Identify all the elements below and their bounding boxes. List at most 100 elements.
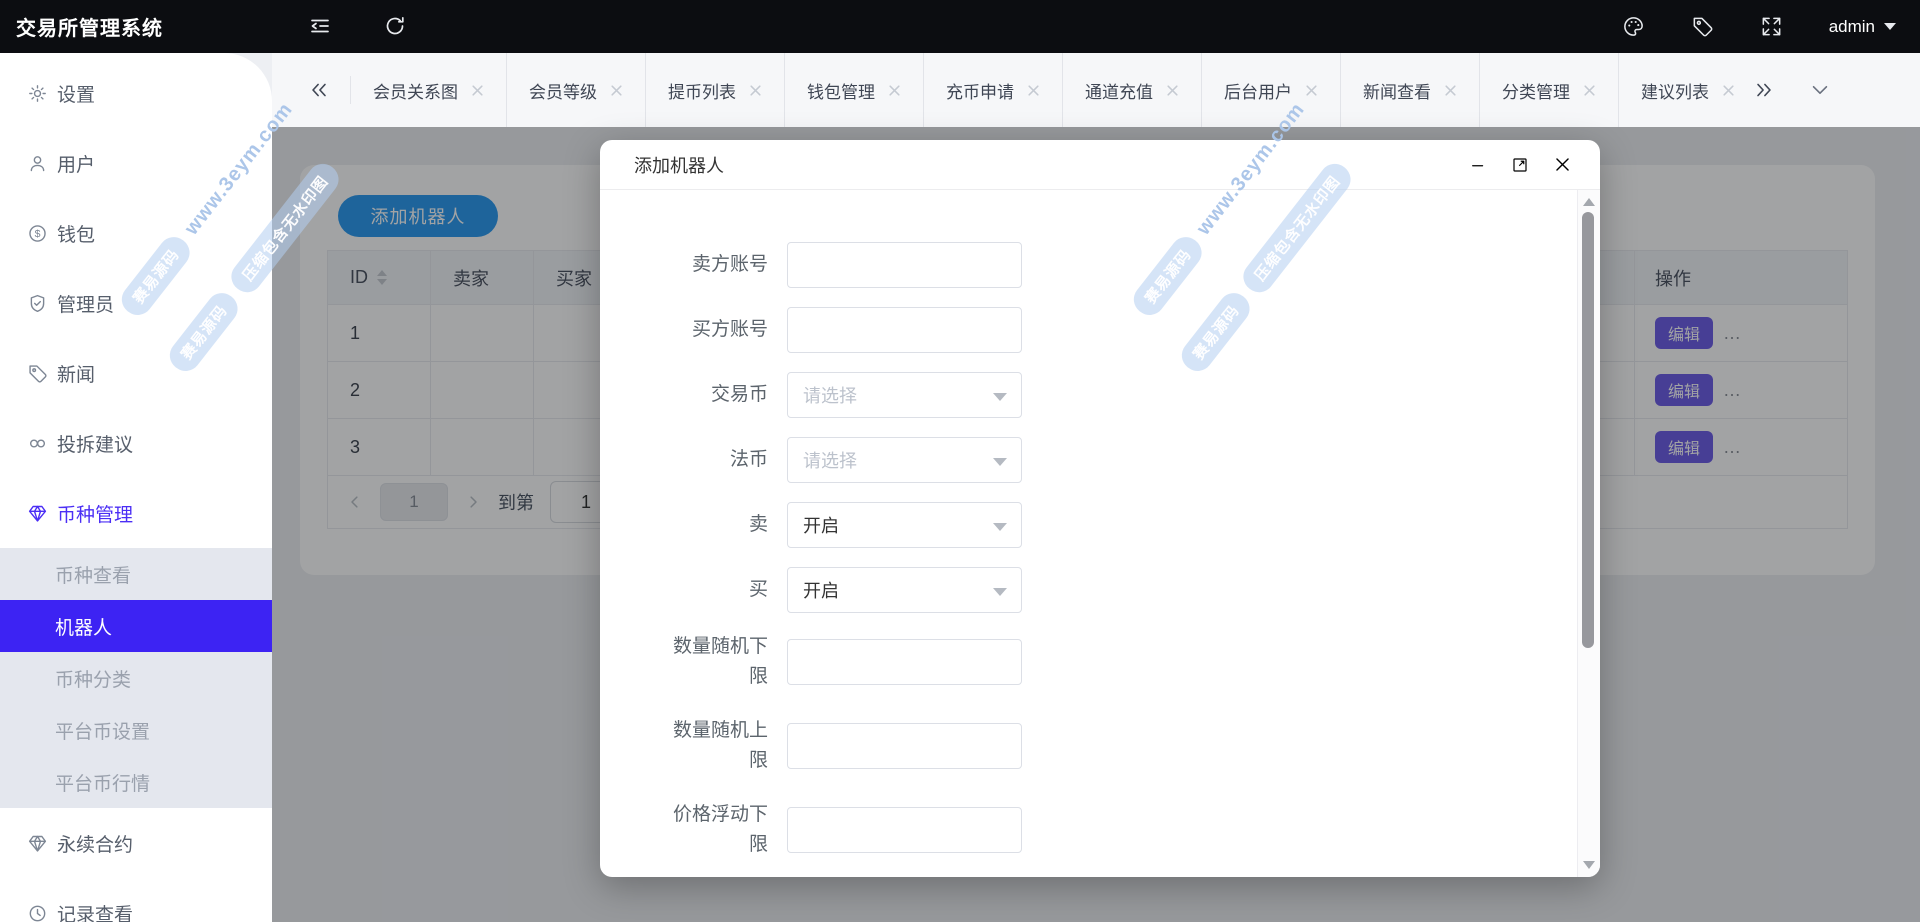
user-menu[interactable]: admin xyxy=(1829,17,1896,37)
header-actions: admin xyxy=(1622,0,1896,53)
tab-member-level[interactable]: 会员等级 xyxy=(507,53,646,127)
sidebar-item-label: 钱包 xyxy=(57,224,96,246)
form-row: 交易币 请选择 xyxy=(600,372,1578,418)
form-row: 数量随机下限 xyxy=(600,632,1578,692)
sidebar-item-records[interactable]: 记录查看 xyxy=(0,878,272,922)
tab-deposit-apply[interactable]: 充币申请 xyxy=(924,53,1063,127)
quantity-lower-limit-input[interactable] xyxy=(788,640,1021,684)
field-label: 数量随机上限 xyxy=(672,720,768,771)
price-float-lower-limit-input[interactable] xyxy=(788,808,1021,852)
close-icon[interactable] xyxy=(610,84,623,97)
sidebar-item-label: 用户 xyxy=(57,154,96,176)
close-icon[interactable] xyxy=(1722,84,1735,97)
sidebar-item-admins[interactable]: 管理员 xyxy=(0,268,272,338)
sidebar-item-users[interactable]: 用户 xyxy=(0,128,272,198)
tab-category-management[interactable]: 分类管理 xyxy=(1480,53,1619,127)
sidebar-item-wallet[interactable]: $ 钱包 xyxy=(0,198,272,268)
submenu-item-platform-coin-market[interactable]: 平台币行情 xyxy=(0,756,272,808)
submenu-item-coin-view[interactable]: 币种查看 xyxy=(0,548,272,600)
trade-coin-select[interactable]: 请选择 xyxy=(787,372,1022,418)
sidebar-item-label: 记录查看 xyxy=(57,904,134,922)
theme-palette-icon[interactable] xyxy=(1622,15,1645,38)
dialog-header: 添加机器人 xyxy=(600,140,1600,190)
tab-channel-recharge[interactable]: 通道充值 xyxy=(1063,53,1202,127)
currency-submenu: 币种查看 机器人 币种分类 平台币设置 平台币行情 xyxy=(0,548,272,808)
minimize-icon[interactable] xyxy=(1469,156,1487,174)
app-title: 交易所管理系统 xyxy=(16,18,163,40)
scroll-up-icon[interactable] xyxy=(1583,198,1595,206)
form-row: 卖方账号 xyxy=(600,242,1578,288)
tabs-dropdown-icon[interactable] xyxy=(1809,79,1831,101)
form-row: 法币 请选择 xyxy=(600,437,1578,483)
sidebar-collapse-icon[interactable] xyxy=(308,14,332,38)
wallet-icon: $ xyxy=(27,223,48,244)
sidebar-item-label: 设置 xyxy=(57,84,96,106)
submenu-item-coin-category[interactable]: 币种分类 xyxy=(0,652,272,704)
refresh-icon[interactable] xyxy=(383,14,407,38)
field-label: 买方账号 xyxy=(691,319,768,340)
seller-account-input[interactable] xyxy=(788,243,1021,287)
scroll-down-icon[interactable] xyxy=(1583,861,1595,869)
field-label: 数量随机下限 xyxy=(672,636,768,687)
add-robot-dialog: 添加机器人 卖方账号 买方账号 交易币 请选择 法币 请选择 卖 开启 买 开启… xyxy=(600,140,1600,877)
dialog-scrollbar[interactable] xyxy=(1577,190,1600,877)
history-icon xyxy=(27,903,48,922)
username: admin xyxy=(1828,16,1875,36)
close-icon[interactable] xyxy=(471,84,484,97)
sidebar-item-label: 管理员 xyxy=(57,294,115,316)
app-header: 交易所管理系统 admin xyxy=(0,0,1920,53)
tab-backend-users[interactable]: 后台用户 xyxy=(1202,53,1341,127)
chevron-down-icon xyxy=(1884,23,1896,30)
field-label: 价格浮动下限 xyxy=(672,804,768,855)
form-row: 买 开启 xyxy=(600,567,1578,613)
tag-icon xyxy=(27,363,48,384)
tab-wallet-management[interactable]: 钱包管理 xyxy=(785,53,924,127)
sidebar-item-label: 永续合约 xyxy=(57,834,134,856)
close-icon[interactable] xyxy=(888,84,901,97)
chevron-down-icon xyxy=(993,393,1007,401)
close-icon[interactable] xyxy=(1553,155,1572,174)
tab-suggestion-list[interactable]: 建议列表 xyxy=(1619,53,1751,127)
close-icon[interactable] xyxy=(749,84,762,97)
tabs-scroll-left-icon[interactable] xyxy=(308,79,330,101)
field-label: 卖方账号 xyxy=(691,254,768,275)
sidebar-item-perpetual-contract[interactable]: 永续合约 xyxy=(0,808,272,878)
buyer-account-input[interactable] xyxy=(788,308,1021,352)
sidebar-item-settings[interactable]: 设置 xyxy=(0,58,272,128)
link-icon xyxy=(27,433,48,454)
close-icon[interactable] xyxy=(1444,84,1457,97)
scrollbar-thumb[interactable] xyxy=(1582,212,1594,648)
close-icon[interactable] xyxy=(1166,84,1179,97)
submenu-item-robot[interactable]: 机器人 xyxy=(0,600,272,652)
dialog-window-controls xyxy=(1469,155,1572,174)
sidebar-item-news[interactable]: 新闻 xyxy=(0,338,272,408)
close-icon[interactable] xyxy=(1027,84,1040,97)
chevron-down-icon xyxy=(993,588,1007,596)
field-label: 买 xyxy=(748,579,768,600)
user-icon xyxy=(27,153,48,174)
sidebar-item-suggestions[interactable]: 投拆建议 xyxy=(0,408,272,478)
submenu-item-platform-coin-settings[interactable]: 平台币设置 xyxy=(0,704,272,756)
tab-withdraw-list[interactable]: 提币列表 xyxy=(646,53,785,127)
dialog-title: 添加机器人 xyxy=(634,155,724,176)
quantity-upper-limit-input[interactable] xyxy=(788,724,1021,768)
fiat-coin-select[interactable]: 请选择 xyxy=(787,437,1022,483)
close-icon[interactable] xyxy=(1583,84,1596,97)
tabs-scroll-right-icon[interactable] xyxy=(1753,79,1775,101)
sidebar-item-currency-management[interactable]: 币种管理 xyxy=(0,478,272,548)
field-label: 卖 xyxy=(748,514,768,535)
chevron-down-icon xyxy=(993,458,1007,466)
gear-icon xyxy=(27,83,48,104)
tab-member-relation[interactable]: 会员关系图 xyxy=(351,53,507,127)
sell-enabled-select[interactable]: 开启 xyxy=(787,502,1022,548)
tabbar: 会员关系图 会员等级 提币列表 钱包管理 充币申请 通道充值 后台用户 新闻查看… xyxy=(272,53,1920,127)
close-icon[interactable] xyxy=(1305,84,1318,97)
maximize-icon[interactable] xyxy=(1511,156,1529,174)
form-row: 买方账号 xyxy=(600,307,1578,353)
tag-icon[interactable] xyxy=(1691,15,1714,38)
buy-enabled-select[interactable]: 开启 xyxy=(787,567,1022,613)
tab-news-view[interactable]: 新闻查看 xyxy=(1341,53,1480,127)
gem-icon xyxy=(27,833,48,854)
fullscreen-icon[interactable] xyxy=(1760,15,1783,38)
gem-icon xyxy=(27,503,48,524)
